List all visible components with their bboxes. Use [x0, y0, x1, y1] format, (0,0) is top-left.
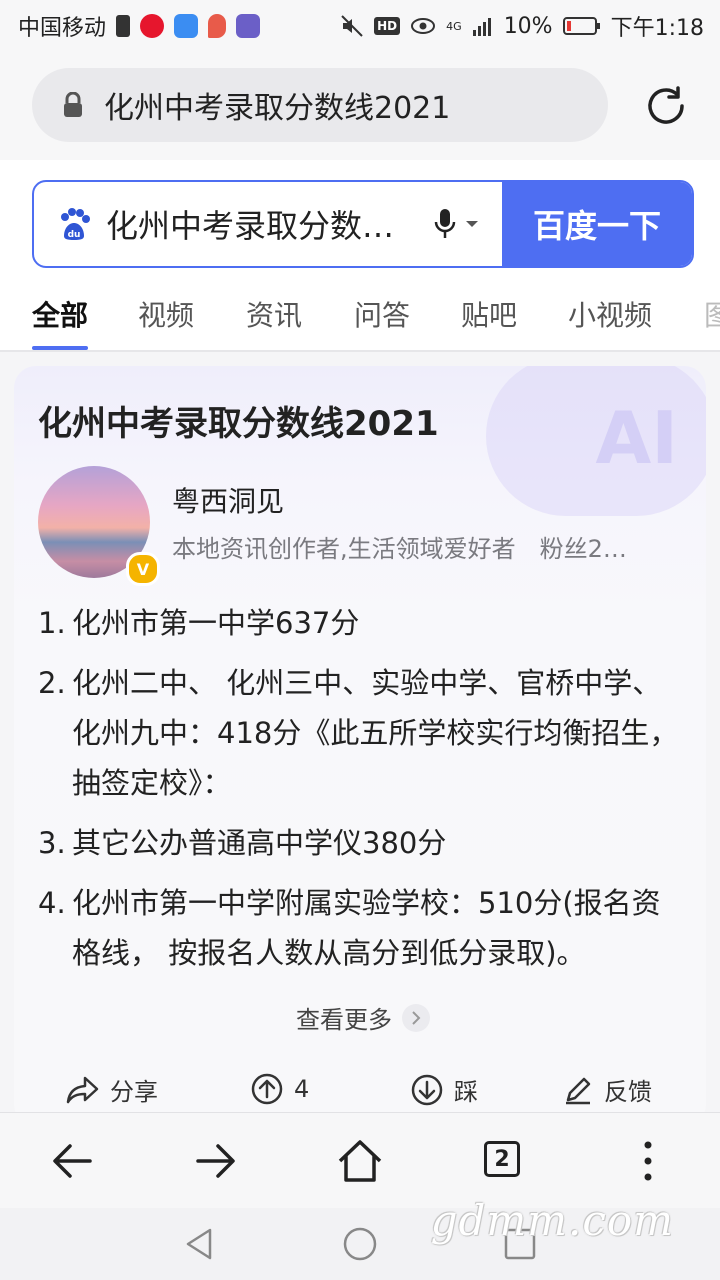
search-tabs: 全部 视频 资讯 问答 贴吧 小视频 图	[0, 278, 720, 350]
upvote-button[interactable]: 4	[250, 1072, 309, 1106]
battery-icon	[562, 17, 600, 35]
view-more-link[interactable]: 查看更多	[296, 1000, 430, 1035]
answer-list: 1. 化州市第一中学637分 2. 化州二中、 化州三中、实验中学、官桥中学、化…	[38, 598, 688, 988]
eye-icon	[411, 18, 436, 34]
card-actions: 分享 4 踩 反馈	[14, 1066, 706, 1116]
nav-home-icon[interactable]	[342, 1226, 378, 1262]
downvote-label: 踩	[454, 1078, 478, 1106]
list-item-number: 2.	[38, 666, 66, 700]
status-right: HD 4G 10% 下午1:18	[340, 10, 704, 42]
list-item-number: 1.	[38, 606, 66, 640]
tabs-count-button[interactable]: 2	[484, 1141, 520, 1177]
search-query: 化州中考录取分数线2021	[106, 207, 396, 245]
view-more-label: 查看更多	[296, 1006, 392, 1034]
tab-all[interactable]: 全部	[32, 294, 88, 334]
tab-tieba[interactable]: 贴吧	[461, 294, 517, 334]
time-label: 下午1:18	[610, 16, 704, 41]
microphone-icon[interactable]	[432, 208, 482, 240]
status-bar: 中国移动 HD 4G 10% 下午1:18	[0, 0, 720, 50]
refresh-icon[interactable]	[642, 82, 690, 130]
address-bar[interactable]: 化州中考录取分数线2021	[32, 68, 608, 142]
tabs-divider	[0, 350, 720, 352]
tab-news[interactable]: 资讯	[246, 294, 302, 334]
app-icon	[236, 14, 261, 38]
list-item: 2. 化州二中、 化州三中、实验中学、官桥中学、化州九中：418分《此五所学校实…	[38, 658, 688, 808]
downvote-button[interactable]: 踩	[410, 1072, 478, 1107]
ai-answer-card: AI 化州中考录取分数线2021 V 粤西洞见 本地资讯创作者,生活领域爱好者 …	[14, 366, 706, 1126]
share-icon	[66, 1076, 99, 1103]
network-label: 4G	[446, 19, 462, 33]
svg-text:du: du	[68, 230, 81, 240]
list-item-number: 3.	[38, 826, 66, 860]
search-button[interactable]: 百度一下	[502, 182, 692, 266]
upvote-icon	[251, 1073, 283, 1105]
location-icon	[208, 14, 227, 38]
tab-video[interactable]: 视频	[138, 294, 194, 334]
list-item-text: 化州二中、 化州三中、实验中学、官桥中学、化州九中：418分《此五所学校实行均衡…	[72, 666, 679, 800]
forward-arrow-icon[interactable]	[192, 1137, 240, 1185]
home-icon[interactable]	[336, 1137, 384, 1185]
feedback-label: 反馈	[604, 1078, 652, 1106]
search-box: du 化州中考录取分数线2021 百度一下	[32, 180, 694, 268]
nav-back-icon[interactable]	[182, 1226, 218, 1262]
list-item-text: 其它公办普通高中学仪380分	[72, 826, 447, 860]
back-arrow-icon[interactable]	[48, 1137, 96, 1185]
signal-icon	[472, 18, 491, 36]
tab-images[interactable]: 图	[704, 294, 720, 334]
search-area: du 化州中考录取分数线2021 百度一下 全部 视频 资讯 问答 贴吧 小视频…	[0, 160, 720, 350]
battery-label: 10%	[503, 13, 553, 39]
author-description: 本地资讯创作者,生活领域爱好者 粉丝2…	[172, 535, 627, 563]
baidu-paw-icon: du	[61, 208, 90, 240]
pencil-icon	[566, 1077, 591, 1104]
card-title: 化州中考录取分数线2021	[38, 404, 439, 444]
address-text: 化州中考录取分数线2021	[104, 91, 451, 126]
status-left: 中国移动	[18, 10, 261, 42]
lock-icon	[64, 92, 82, 117]
downvote-icon	[411, 1074, 443, 1105]
alert-icon	[116, 15, 131, 37]
tab-qa[interactable]: 问答	[354, 294, 410, 334]
weibo-icon	[140, 14, 165, 38]
upvote-count: 4	[294, 1075, 310, 1103]
verified-badge: V	[126, 552, 160, 586]
list-item-number: 4.	[38, 886, 66, 920]
browser-toolbar: 2	[0, 1112, 720, 1209]
address-area: 化州中考录取分数线2021	[0, 50, 720, 160]
ai-watermark: AI	[595, 396, 678, 480]
list-item: 3. 其它公办普通高中学仪380分	[38, 818, 688, 868]
send-icon	[174, 14, 199, 38]
search-input[interactable]: du 化州中考录取分数线2021	[34, 182, 502, 266]
list-item-text: 化州市第一中学附属实验学校：510分(报名资格线， 按报名人数从高分到低分录取)…	[72, 886, 661, 970]
hd-icon: HD	[374, 17, 401, 35]
list-item: 1. 化州市第一中学637分	[38, 598, 688, 648]
watermark: gdmm.com	[430, 1196, 674, 1245]
author-name[interactable]: 粤西洞见	[172, 480, 284, 520]
list-item: 4. 化州市第一中学附属实验学校：510分(报名资格线， 按报名人数从高分到低分…	[38, 878, 688, 978]
more-menu-icon[interactable]	[624, 1137, 672, 1185]
mute-icon	[341, 15, 363, 37]
share-button[interactable]: 分享	[66, 1072, 158, 1107]
tab-short-video[interactable]: 小视频	[568, 294, 652, 334]
carrier-label: 中国移动	[18, 16, 107, 41]
share-label: 分享	[110, 1078, 158, 1106]
chevron-right-icon	[402, 1003, 430, 1032]
list-item-text: 化州市第一中学637分	[72, 606, 360, 640]
feedback-button[interactable]: 反馈	[562, 1072, 652, 1107]
